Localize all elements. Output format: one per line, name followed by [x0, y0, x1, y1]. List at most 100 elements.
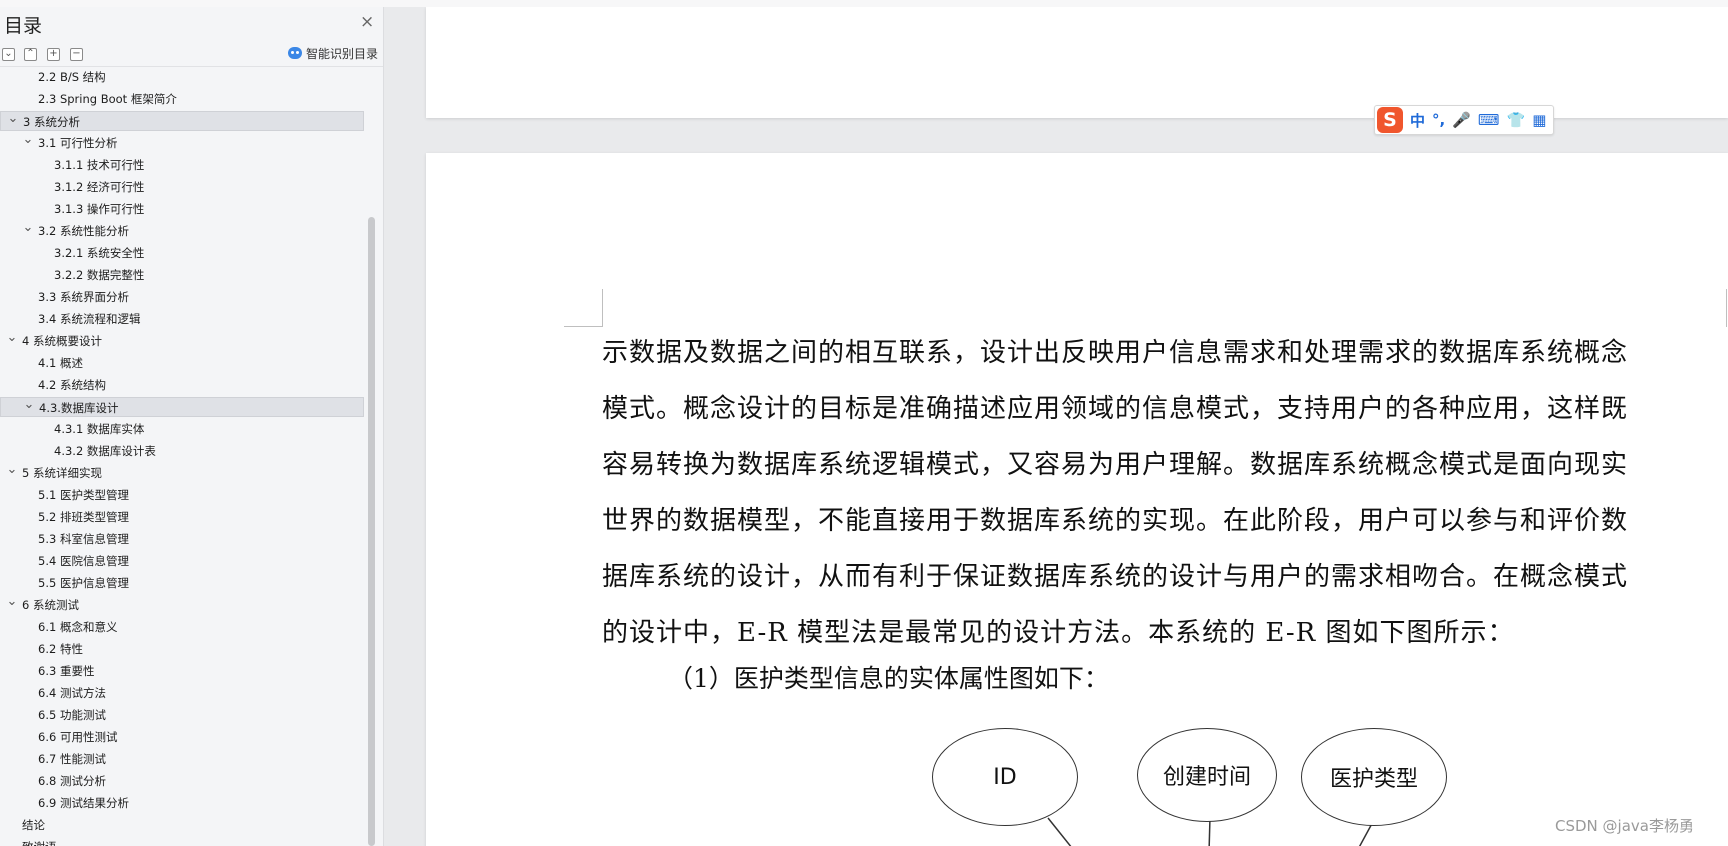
ime-punctuation-icon[interactable]: °, [1432, 111, 1445, 129]
chevron-down-icon[interactable]: ⌄ [6, 331, 18, 345]
toc-item-label: 2.2 B/S 结构 [38, 70, 106, 84]
document-area: S 中 °, 🎤 ⌨ 👕 ▦ 示数据及数据之间的相互联系，设计出反映用户信息需求和处理需求… [384, 7, 1728, 846]
toc-item[interactable]: ⌄ 3 系统分析 [0, 111, 364, 131]
toc-item[interactable]: 3.2.1 系统安全性 [0, 243, 364, 263]
toc-item[interactable]: 6.1 概念和意义 [0, 617, 364, 637]
er-attribute-created-time: 创建时间 [1137, 728, 1277, 822]
toc-item[interactable]: 3.3 系统界面分析 [0, 287, 364, 307]
toc-item[interactable]: 致谢语 [0, 837, 364, 846]
toc-item-label: 3.1.2 经济可行性 [54, 180, 145, 194]
toc-item-label: 5.5 医护信息管理 [38, 576, 129, 590]
ime-toolbox-icon[interactable]: ▦ [1532, 111, 1546, 129]
toc-item[interactable]: 2.3 Spring Boot 框架简介 [0, 89, 364, 109]
toc-item[interactable]: ⌄ 3.1 可行性分析 [0, 133, 364, 153]
toc-item[interactable]: 6.9 测试结果分析 [0, 793, 364, 813]
toc-item-label: 5 系统详细实现 [22, 466, 102, 480]
close-icon[interactable]: × [360, 13, 374, 31]
chevron-down-icon[interactable]: ⌄ [6, 595, 18, 609]
toc-item[interactable]: 3.1.2 经济可行性 [0, 177, 364, 197]
toc-item[interactable]: ⌄ 3.2 系统性能分析 [0, 221, 364, 241]
toc-item[interactable]: 4.3.1 数据库实体 [0, 419, 364, 439]
toc-item-label: 6 系统测试 [22, 598, 79, 612]
toc-item[interactable]: 3.1.1 技术可行性 [0, 155, 364, 175]
toc-item[interactable]: 3.4 系统流程和逻辑 [0, 309, 364, 329]
toc-item-label: 6.5 功能测试 [38, 708, 106, 722]
toc-item-label: 6.6 可用性测试 [38, 730, 118, 744]
toc-item-label: 结论 [22, 818, 45, 832]
toc-item[interactable]: 6.8 测试分析 [0, 771, 364, 791]
chevron-down-icon[interactable]: ⌄ [7, 112, 19, 126]
collapse-up-button[interactable]: ⌃ [24, 48, 37, 61]
ime-voice-icon[interactable]: 🎤 [1452, 111, 1471, 129]
toc-item-label: 6.7 性能测试 [38, 752, 106, 766]
ime-keyboard-icon[interactable]: ⌨ [1478, 111, 1500, 129]
toc-item[interactable]: 6.2 特性 [0, 639, 364, 659]
toc-item-label: 4.3.数据库设计 [39, 401, 119, 415]
toc-item[interactable]: 结论 [0, 815, 364, 835]
chevron-down-icon[interactable]: ⌄ [22, 221, 34, 235]
toc-item[interactable]: 5.1 医护类型管理 [0, 485, 364, 505]
sogou-logo-icon[interactable]: S [1377, 107, 1403, 133]
toc-item-label: 4.1 概述 [38, 356, 83, 370]
toc-item[interactable]: 5.3 科室信息管理 [0, 529, 364, 549]
toc-item[interactable]: 4.1 概述 [0, 353, 364, 373]
toc-item[interactable]: 2.2 B/S 结构 [0, 67, 364, 87]
toc-item[interactable]: 5.4 医院信息管理 [0, 551, 364, 571]
er-attribute-medical-type: 医护类型 [1301, 728, 1447, 826]
er-attribute-id: ID [932, 728, 1078, 826]
toc-sidebar: 目录 × ⌄ ⌃ + − 智能识别目录 2.2 B/S 结构 2.3 Spring… [0, 7, 384, 846]
toc-item[interactable]: 3.2.2 数据完整性 [0, 265, 364, 285]
ai-robot-icon [288, 47, 302, 59]
toc-item-label: 5.1 医护类型管理 [38, 488, 129, 502]
chevron-down-icon[interactable]: ⌄ [6, 463, 18, 477]
toc-item[interactable]: 3.1.3 操作可行性 [0, 199, 364, 219]
smart-recognize-label: 智能识别目录 [306, 46, 379, 61]
toc-item[interactable]: 6.4 测试方法 [0, 683, 364, 703]
toc-scrollbar-thumb[interactable] [368, 217, 375, 846]
toc-item-label: 致谢语 [22, 837, 57, 846]
remove-heading-button[interactable]: − [70, 48, 83, 61]
toc-item[interactable]: ⌄ 5 系统详细实现 [0, 463, 364, 483]
toc-item[interactable]: 5.5 医护信息管理 [0, 573, 364, 593]
toc-item-label: 3.1 可行性分析 [38, 136, 118, 150]
toc-item[interactable]: 6.5 功能测试 [0, 705, 364, 725]
watermark: CSDN @java李杨勇 [1555, 817, 1694, 835]
toc-item[interactable]: 6.3 重要性 [0, 661, 364, 681]
toc-toolbar: ⌄ ⌃ + − 智能识别目录 [0, 41, 383, 61]
toc-item[interactable]: 6.7 性能测试 [0, 749, 364, 769]
toc-item-label: 4.2 系统结构 [38, 378, 106, 392]
toc-item-label: 3.2.1 系统安全性 [54, 246, 145, 260]
toc-item-label: 6.8 测试分析 [38, 774, 106, 788]
toc-item-label: 3.1.1 技术可行性 [54, 158, 145, 172]
ime-chinese-mode-icon[interactable]: 中 [1410, 110, 1425, 131]
toc-item[interactable]: ⌄ 6 系统测试 [0, 595, 364, 615]
toc-item-label: 3.1.3 操作可行性 [54, 202, 145, 216]
ime-toolbar[interactable]: S 中 °, 🎤 ⌨ 👕 ▦ [1374, 105, 1554, 135]
toc-scrollbar[interactable] [366, 67, 378, 846]
toc-item-label: 4.3.2 数据库设计表 [54, 444, 156, 458]
chevron-down-icon[interactable]: ⌄ [23, 398, 35, 412]
toc-item[interactable]: 6.6 可用性测试 [0, 727, 364, 747]
toc-item[interactable]: 4.2 系统结构 [0, 375, 364, 395]
er-connector-lines [1047, 816, 1376, 846]
toc-item-label: 3.2.2 数据完整性 [54, 268, 145, 282]
collapse-all-button[interactable]: ⌄ [2, 48, 15, 61]
toc-item-label: 6.1 概念和意义 [38, 620, 118, 634]
smart-recognize-toc-button[interactable]: 智能识别目录 [288, 45, 378, 61]
toc-item[interactable]: ⌄ 4 系统概要设计 [0, 331, 364, 351]
toc-item-label: 4 系统概要设计 [22, 334, 102, 348]
toc-item[interactable]: 4.3.2 数据库设计表 [0, 441, 364, 461]
add-heading-button[interactable]: + [47, 48, 60, 61]
toc-item-label: 5.3 科室信息管理 [38, 532, 129, 546]
chevron-down-icon[interactable]: ⌄ [22, 133, 34, 147]
toc-item-label: 6.3 重要性 [38, 664, 95, 678]
toc-item-label: 4.3.1 数据库实体 [54, 422, 145, 436]
toc-item-label: 6.4 测试方法 [38, 686, 106, 700]
toc-item-label: 3 系统分析 [23, 115, 80, 129]
toc-item[interactable]: ⌄ 4.3.数据库设计 [0, 397, 364, 417]
toc-list: 2.2 B/S 结构 2.3 Spring Boot 框架简介 ⌄ 3 系统分析 ⌄ 3.… [0, 67, 366, 846]
toc-item-label: 3.4 系统流程和逻辑 [38, 312, 141, 326]
toc-item-label: 5.4 医院信息管理 [38, 554, 129, 568]
ime-skin-icon[interactable]: 👕 [1507, 111, 1526, 129]
toc-item[interactable]: 5.2 排班类型管理 [0, 507, 364, 527]
